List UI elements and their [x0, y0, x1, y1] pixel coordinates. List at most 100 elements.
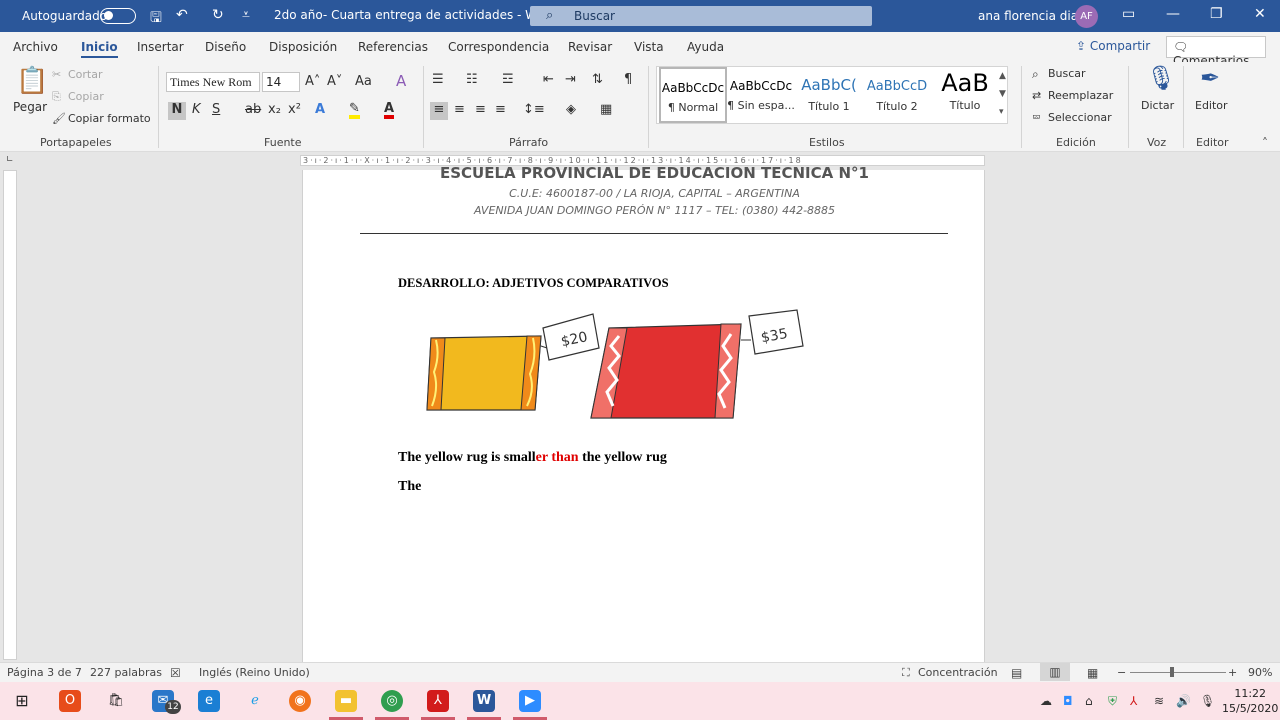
word-count[interactable]: 227 palabras — [90, 666, 162, 679]
internet-explorer-icon[interactable]: ℯ — [244, 690, 266, 712]
align-right-icon[interactable]: ≡ — [475, 102, 486, 117]
underline-icon[interactable]: S — [212, 102, 220, 117]
text-effects-icon[interactable]: A — [315, 102, 325, 117]
document-page[interactable]: ESCUELA PROVINCIAL DE EDUCACION TECNICA … — [302, 164, 985, 662]
tab-referencias[interactable]: Referencias — [358, 40, 428, 54]
microphone-icon[interactable]: 🎙 — [1146, 64, 1176, 92]
copy-icon[interactable]: ⎘ — [52, 90, 61, 104]
select-button[interactable]: Seleccionar — [1048, 111, 1112, 124]
bold-icon[interactable]: N — [168, 102, 186, 120]
borders-icon[interactable]: ▦ — [600, 102, 612, 117]
strikethrough-icon[interactable]: ab — [245, 102, 261, 117]
change-case-icon[interactable]: Aa — [355, 74, 372, 89]
tab-ayuda[interactable]: Ayuda — [687, 40, 724, 54]
style-title[interactable]: AaB Título — [931, 67, 999, 123]
format-painter-icon[interactable]: 🖌 — [52, 112, 66, 125]
avatar[interactable]: AF — [1075, 5, 1098, 28]
web-layout-icon[interactable]: ▦ — [1087, 666, 1098, 680]
styles-more-icon[interactable]: ▾ — [999, 107, 1004, 117]
editor-icon[interactable]: ✒ — [1200, 64, 1220, 92]
onedrive-icon[interactable]: ☁ — [1040, 694, 1052, 708]
shrink-font-icon[interactable]: A˅ — [327, 74, 342, 89]
style-normal[interactable]: AaBbCcDc ¶ Normal — [659, 67, 727, 123]
store-icon[interactable]: 🛍 — [105, 690, 127, 712]
shading-icon[interactable]: ◈ — [566, 102, 576, 117]
security-icon[interactable]: ⛨ — [1108, 694, 1117, 709]
acrobat-icon[interactable]: ⅄ — [427, 690, 449, 712]
office-icon[interactable]: O — [59, 690, 81, 712]
autosave-toggle[interactable] — [100, 8, 136, 24]
superscript-icon[interactable]: x² — [288, 102, 301, 117]
grow-font-icon[interactable]: A˄ — [305, 74, 320, 89]
search-box[interactable]: ⌕ Buscar — [530, 6, 872, 26]
replace-icon[interactable]: ⇄ — [1032, 89, 1041, 102]
restore-icon[interactable]: ❐ — [1210, 6, 1223, 22]
subscript-icon[interactable]: x₂ — [268, 102, 281, 117]
tab-vista[interactable]: Vista — [634, 40, 664, 54]
wifi-icon[interactable]: ≋ — [1154, 694, 1164, 708]
styles-up-icon[interactable]: ▲ — [999, 71, 1006, 81]
volume-icon[interactable]: 🔊 — [1176, 694, 1191, 708]
page-count[interactable]: Página 3 de 7 — [7, 666, 82, 679]
font-size-select[interactable]: 14 — [262, 72, 300, 92]
focus-icon[interactable]: ⛶ — [902, 666, 910, 680]
align-center-icon[interactable]: ≡ — [454, 102, 465, 117]
sort-icon[interactable]: ⇅ — [592, 72, 603, 87]
cut-icon[interactable]: ✂ — [52, 68, 61, 81]
zoom-level[interactable]: 90% — [1248, 666, 1272, 679]
cut-button[interactable]: Cortar — [68, 68, 103, 81]
chrome-icon[interactable]: ◎ — [381, 690, 403, 712]
bullets-icon[interactable]: ☰ — [432, 72, 444, 87]
close-icon[interactable]: ✕ — [1254, 6, 1266, 22]
numbering-icon[interactable]: ☷ — [466, 72, 478, 87]
style-heading-2[interactable]: AaBbCcD Título 2 — [863, 67, 931, 123]
tab-diseno[interactable]: Diseño — [205, 40, 246, 54]
undo-icon[interactable]: ↶ — [176, 7, 188, 23]
language[interactable]: Inglés (Reino Unido) — [199, 666, 310, 679]
paste-icon[interactable]: 📋 — [16, 66, 48, 96]
multilevel-list-icon[interactable]: ☲ — [502, 72, 514, 87]
tab-archivo[interactable]: Archivo — [13, 40, 58, 54]
line-spacing-icon[interactable]: ↕≡ — [523, 102, 545, 117]
tab-correspondencia[interactable]: Correspondencia — [448, 40, 549, 54]
read-mode-icon[interactable]: ▤ — [1011, 666, 1022, 680]
customize-qat-icon[interactable]: ⩡ — [242, 7, 250, 23]
style-heading-1[interactable]: AaBbC( Título 1 — [795, 67, 863, 123]
zoom-in-icon[interactable]: + — [1228, 666, 1237, 679]
font-name-select[interactable]: Times New Rom — [166, 72, 260, 92]
show-marks-icon[interactable]: ¶ — [624, 72, 632, 87]
clock[interactable]: 11:22 15/5/2020 — [1222, 686, 1278, 716]
paste-button[interactable]: Pegar — [13, 100, 47, 114]
minimize-icon[interactable]: — — [1166, 6, 1180, 22]
tab-revisar[interactable]: Revisar — [568, 40, 612, 54]
tab-insertar[interactable]: Insertar — [137, 40, 184, 54]
align-left-icon[interactable]: ≡ — [430, 102, 448, 120]
firefox-icon[interactable]: ◉ — [289, 690, 311, 712]
decrease-indent-icon[interactable]: ⇤ — [543, 72, 554, 87]
tab-selector-icon[interactable]: ∟ — [6, 155, 14, 165]
styles-down-icon[interactable]: ▼ — [999, 89, 1006, 99]
font-color-icon[interactable]: A — [384, 102, 395, 119]
highlight-icon[interactable]: ✎ — [349, 102, 360, 119]
share-button[interactable]: ⇪ Compartir — [1068, 37, 1156, 57]
tray-app-icon[interactable]: ⌂ — [1085, 694, 1093, 708]
increase-indent-icon[interactable]: ⇥ — [565, 72, 576, 87]
find-icon[interactable]: ⌕ — [1032, 67, 1039, 82]
tab-disposicion[interactable]: Disposición — [269, 40, 337, 54]
select-icon[interactable]: ⮹ — [1032, 111, 1041, 125]
style-no-spacing[interactable]: AaBbCcDc ¶ Sin espa... — [727, 67, 795, 123]
user-name[interactable]: ana florencia diaz — [978, 9, 1084, 23]
dictate-button[interactable]: Dictar — [1141, 99, 1174, 112]
format-painter-button[interactable]: Copiar formato — [68, 112, 151, 125]
word-icon[interactable]: W — [473, 690, 495, 712]
zoom-tray-icon[interactable]: ◘ — [1063, 694, 1073, 708]
zoom-slider[interactable] — [1130, 672, 1226, 673]
editor-button[interactable]: Editor — [1195, 99, 1228, 112]
justify-icon[interactable]: ≡ — [495, 102, 506, 117]
comments-button[interactable]: 🗨 Comentarios — [1166, 36, 1266, 68]
ribbon-display-icon[interactable]: ▭ — [1122, 6, 1135, 22]
italic-icon[interactable]: K — [192, 102, 201, 117]
copy-button[interactable]: Copiar — [68, 90, 104, 103]
microphone-tray-icon[interactable]: 🎙 — [1200, 694, 1215, 708]
zoom-slider-thumb[interactable] — [1170, 667, 1174, 677]
